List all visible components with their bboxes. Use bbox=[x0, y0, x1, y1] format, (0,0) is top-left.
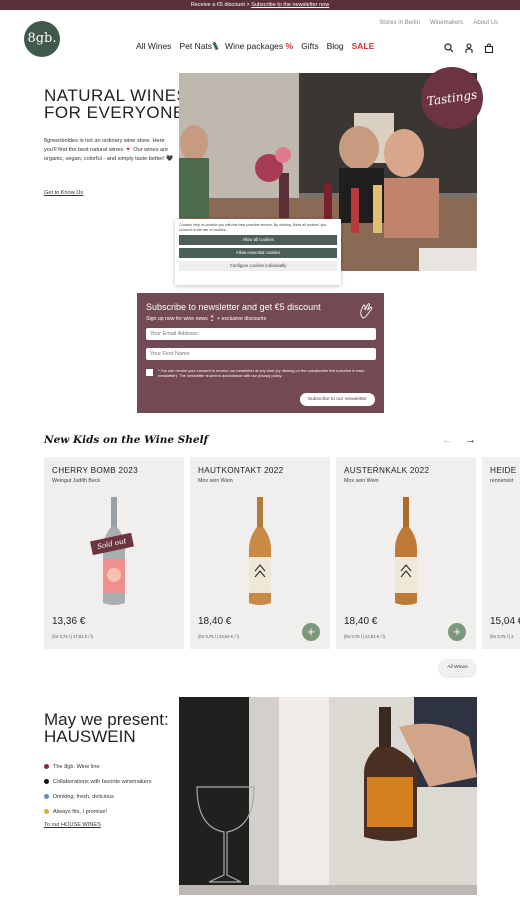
hand-icon bbox=[359, 303, 373, 319]
list-item: Collaborations with favorite winemakers bbox=[44, 775, 152, 790]
search-icon[interactable] bbox=[444, 40, 454, 53]
nav-sale[interactable]: SALE bbox=[352, 41, 375, 51]
nav-gifts[interactable]: Gifts bbox=[301, 41, 318, 51]
unit-price: (for 0,75 l | 24,54 € / l) bbox=[344, 634, 385, 639]
house-title-line1: May we present: bbox=[44, 710, 169, 729]
allow-all-cookies-button[interactable]: Allow all cookies bbox=[179, 235, 337, 245]
product-card[interactable]: CHERRY BOMB 2023 Weingut Judith Beck Sol… bbox=[44, 457, 184, 649]
hero-text: 8greenbottles is not an ordinary wine st… bbox=[44, 138, 174, 163]
list-item: The 8gb. Wine line bbox=[44, 760, 152, 775]
cart-icon[interactable] bbox=[484, 40, 494, 54]
product-price: 18,40 € bbox=[198, 616, 232, 627]
arrow-right-icon[interactable]: → bbox=[465, 434, 476, 446]
ice-icon bbox=[44, 794, 49, 799]
unit-price: (for 0,75 l | 17,81 € / l) bbox=[52, 634, 93, 639]
toplink-stores[interactable]: Stores in Berlin bbox=[379, 20, 420, 26]
cookie-text: Cookies help us provide you with the bes… bbox=[179, 223, 327, 232]
list-item-text: Drinking, fresh, delicious bbox=[53, 794, 114, 800]
product-name[interactable]: AUSTERNKALK 2022 bbox=[344, 466, 468, 475]
wine-glass-icon bbox=[44, 764, 49, 769]
subscribe-button[interactable]: Subscribe to our newsletter bbox=[299, 393, 375, 406]
product-price: 13,36 € bbox=[52, 616, 86, 627]
product-name[interactable]: CHERRY BOMB 2023 bbox=[52, 466, 176, 475]
unit-price: (for 0,75 l | 2 bbox=[490, 634, 514, 639]
logo[interactable]: 8gb. bbox=[24, 21, 60, 57]
newsletter-subtitle: Sign up now for wine news 🍷 + exclusive … bbox=[146, 316, 267, 322]
hero-title-line2: FOR EVERYONE bbox=[44, 103, 185, 122]
product-maker: rennersist bbox=[490, 478, 514, 484]
promo-bar: Receive a €5 discount > Subscribe to the… bbox=[0, 0, 520, 10]
product-maker: Mox sein Wein bbox=[344, 478, 379, 484]
add-to-cart-button[interactable]: + bbox=[448, 623, 466, 641]
nav-pet-nats-label: Pet Nats bbox=[179, 41, 213, 51]
list-item: Always fits, I promise! bbox=[44, 805, 152, 820]
promo-link[interactable]: Subscribe to the newsletter now bbox=[251, 2, 329, 8]
product-maker: Mox sein Wein bbox=[198, 478, 233, 484]
consent-checkbox[interactable] bbox=[146, 369, 153, 376]
unit-price: (for 0,75 l | 24,54 € / l) bbox=[198, 634, 239, 639]
consent-text: * You can revoke your consent to receive… bbox=[158, 368, 365, 378]
nav-pet-nats[interactable]: Pet Nats bbox=[179, 41, 219, 51]
list-item-text: Collaborations with favorite winemakers bbox=[53, 779, 152, 785]
nav-all-wines[interactable]: All Wines bbox=[136, 41, 171, 51]
toplink-winemakers[interactable]: Winemakers bbox=[430, 20, 463, 26]
heart-icon bbox=[44, 779, 49, 784]
cookie-panel: Cookies help us provide you with the bes… bbox=[175, 219, 341, 285]
arrow-left-icon[interactable]: ← bbox=[442, 434, 453, 446]
list-item: Drinking, fresh, delicious bbox=[44, 790, 152, 805]
product-price: 15,04 € bbox=[490, 616, 520, 627]
promo-text: Receive a €5 discount > bbox=[190, 2, 252, 8]
house-title: May we present: HAUSWEIN bbox=[44, 711, 169, 745]
house-list: The 8gb. Wine line Collaborations with f… bbox=[44, 760, 152, 820]
first-name-field[interactable] bbox=[146, 348, 376, 360]
smiley-icon bbox=[44, 809, 49, 814]
header-icons bbox=[444, 40, 494, 54]
email-field[interactable] bbox=[146, 328, 376, 340]
product-name[interactable]: HAUTKONTAKT 2022 bbox=[198, 466, 322, 475]
house-wines-link[interactable]: To our HOUSE WINES bbox=[44, 822, 101, 828]
configure-cookies-button[interactable]: Configure cookies individually bbox=[179, 261, 337, 271]
newsletter-box: Subscribe to newsletter and get €5 disco… bbox=[137, 293, 384, 413]
hero-title: NATURAL WINES FOR EVERYONE bbox=[44, 87, 188, 121]
nav-wine-packages[interactable]: Wine packages % bbox=[225, 41, 293, 51]
allow-essential-cookies-button[interactable]: Allow essential cookies bbox=[179, 248, 337, 258]
product-card[interactable]: HEIDE rennersist 15,04 € (for 0,75 l | 2 bbox=[482, 457, 520, 649]
get-to-know-us-link[interactable]: Get to Know Us bbox=[44, 190, 83, 196]
list-item-text: Always fits, I promise! bbox=[53, 809, 108, 815]
house-wine-image bbox=[179, 697, 477, 895]
nav-blog[interactable]: Blog bbox=[327, 41, 344, 51]
shelf-title: New Kids on the Wine Shelf bbox=[44, 434, 209, 446]
hero-title-line1: NATURAL WINES bbox=[44, 86, 189, 105]
top-links: Stores in Berlin Winemakers About Us bbox=[379, 20, 498, 26]
nav-wine-packages-label: Wine packages bbox=[225, 41, 284, 51]
product-card[interactable]: HAUTKONTAKT 2022 Mox sein Wein 18,40 € (… bbox=[190, 457, 330, 649]
consent-row: * You can revoke your consent to receive… bbox=[146, 368, 375, 378]
wine-bottle-image bbox=[395, 497, 417, 605]
product-maker: Weingut Judith Beck bbox=[52, 478, 101, 484]
product-card[interactable]: AUSTERNKALK 2022 Mox sein Wein 18,40 € (… bbox=[336, 457, 476, 649]
product-price: 18,40 € bbox=[344, 616, 378, 627]
wine-bottle-image bbox=[249, 497, 271, 605]
newsletter-title: Subscribe to newsletter and get €5 disco… bbox=[146, 302, 321, 312]
account-icon[interactable] bbox=[464, 40, 474, 53]
all-wines-button[interactable]: All Wines bbox=[439, 659, 476, 676]
list-item-text: The 8gb. Wine line bbox=[53, 764, 100, 770]
bottle-icon bbox=[212, 41, 219, 51]
main-nav: All Wines Pet Nats Wine packages % Gifts… bbox=[136, 41, 374, 51]
percent-icon: % bbox=[285, 41, 294, 51]
carousel-arrows: ← → bbox=[442, 434, 476, 446]
product-name[interactable]: HEIDE bbox=[490, 466, 520, 475]
add-to-cart-button[interactable]: + bbox=[302, 623, 320, 641]
toplink-about[interactable]: About Us bbox=[473, 20, 498, 26]
house-title-line2: HAUSWEIN bbox=[44, 727, 136, 746]
